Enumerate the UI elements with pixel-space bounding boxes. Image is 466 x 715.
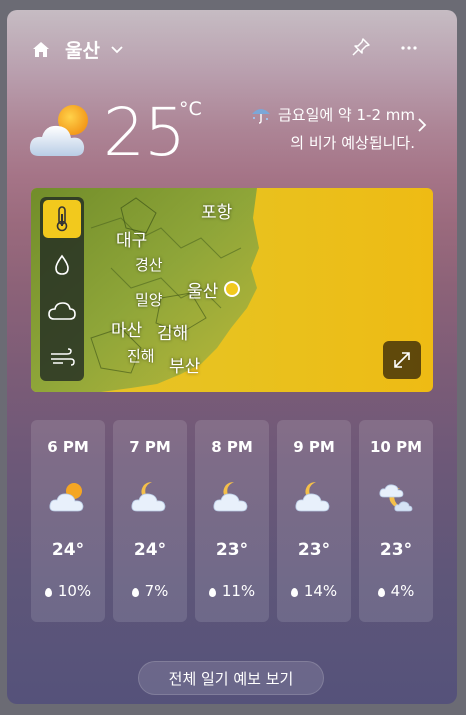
hour-time: 7 PM	[129, 438, 171, 456]
forecast-line-2: 의 비가 예상됩니다.	[290, 134, 415, 152]
hour-card[interactable]: 8 PM 23° 11%	[195, 420, 269, 622]
map-layer-selector	[40, 197, 84, 381]
map-label-ulsan: 울산	[187, 282, 219, 302]
temperature-unit[interactable]: °C	[179, 98, 202, 120]
hour-time: 6 PM	[47, 438, 89, 456]
map-label-masan: 마산	[111, 321, 143, 341]
forecast-line-1: 금요일에 약 1-2 mm	[277, 106, 415, 124]
map-label-daegu: 대구	[116, 231, 148, 251]
hour-card[interactable]: 7 PM 24° 7%	[113, 420, 187, 622]
hour-card[interactable]: 6 PM 24° 10%	[31, 420, 105, 622]
location-name: 울산	[65, 40, 100, 62]
home-icon	[31, 40, 51, 60]
hour-temperature: 24°	[133, 540, 167, 560]
hour-temperature: 23°	[379, 540, 413, 560]
map-label-miryang: 밀양	[135, 291, 163, 309]
hour-precipitation: 7%	[113, 582, 187, 600]
hour-temperature: 24°	[51, 540, 85, 560]
expand-map-button[interactable]	[383, 341, 421, 379]
expand-icon	[392, 350, 412, 370]
weather-widget: 울산 25 °C 금요일에 약 1-2 mm 의 비가 예상됩니다. 포항 대구…	[7, 10, 457, 704]
map-label-gyeongsan: 경산	[135, 256, 163, 274]
hour-precipitation: 11%	[195, 582, 269, 600]
chevron-right-icon[interactable]	[417, 117, 427, 133]
raindrop-icon	[131, 588, 139, 597]
raindrop-icon	[377, 588, 385, 597]
map-label-busan: 부산	[169, 357, 201, 377]
map-label-gimhae: 김해	[157, 324, 189, 344]
hourly-forecast: 6 PM 24° 10% 7 PM 24° 7% 8 PM 23° 11% 9 …	[31, 420, 433, 622]
droplet-icon[interactable]	[43, 246, 81, 284]
location-marker	[224, 281, 240, 297]
precip-value: 7%	[144, 582, 169, 600]
full-forecast-button[interactable]: 전체 일기 예보 보기	[138, 661, 324, 695]
map-label-pohang: 포항	[201, 203, 233, 223]
location-header[interactable]: 울산	[31, 36, 124, 63]
raindrop-icon	[208, 588, 216, 597]
umbrella-icon	[250, 104, 272, 131]
wind-icon[interactable]	[43, 338, 81, 376]
precip-value: 11%	[221, 582, 256, 600]
more-icon[interactable]	[399, 38, 419, 58]
precipitation-forecast[interactable]: 금요일에 약 1-2 mm 의 비가 예상됩니다.	[219, 103, 415, 155]
mostly-cloudy-moon-icon	[376, 480, 416, 518]
raindrop-icon	[44, 588, 52, 597]
hour-temperature: 23°	[215, 540, 249, 560]
precip-value: 14%	[303, 582, 338, 600]
raindrop-icon	[290, 588, 298, 597]
chevron-down-icon[interactable]	[110, 45, 124, 55]
weather-map[interactable]: 포항 대구 경산 울산 밀양 마산 김해 진해 부산	[31, 188, 433, 392]
precip-value: 4%	[390, 582, 415, 600]
partly-cloudy-icon	[27, 100, 99, 166]
hour-time: 9 PM	[293, 438, 335, 456]
hour-temperature: 23°	[297, 540, 331, 560]
hour-time: 10 PM	[369, 438, 423, 456]
partly-cloudy-moon-icon	[294, 480, 334, 518]
precip-value: 10%	[57, 582, 92, 600]
hour-card[interactable]: 9 PM 23° 14%	[277, 420, 351, 622]
partly-cloudy-moon-icon	[212, 480, 252, 518]
hour-precipitation: 4%	[359, 582, 433, 600]
partly-cloudy-moon-icon	[130, 480, 170, 518]
hour-precipitation: 10%	[31, 582, 105, 600]
hour-card[interactable]: 10 PM 23° 4%	[359, 420, 433, 622]
cloud-icon[interactable]	[43, 292, 81, 330]
current-temperature: 25	[103, 94, 186, 171]
thermometer-icon[interactable]	[43, 200, 81, 238]
hour-time: 8 PM	[211, 438, 253, 456]
hour-precipitation: 14%	[277, 582, 351, 600]
partly-cloudy-sun-icon	[48, 480, 88, 518]
map-label-jinhae: 진해	[127, 347, 155, 365]
pin-icon[interactable]	[351, 37, 371, 57]
